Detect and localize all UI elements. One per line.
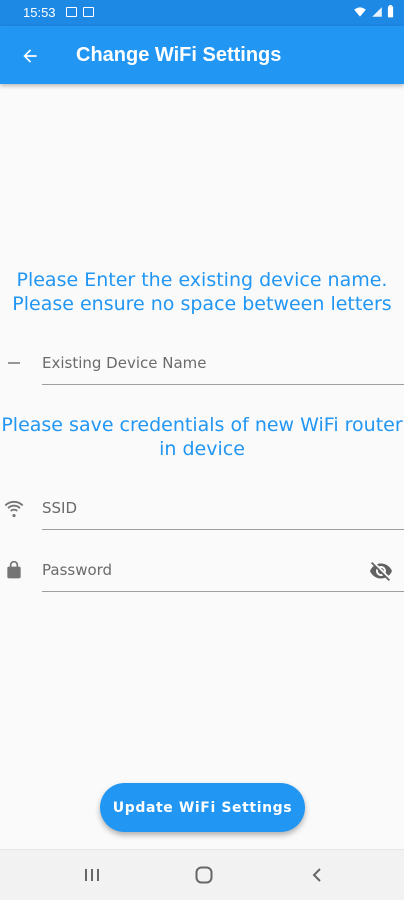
password-input[interactable] <box>42 552 342 588</box>
lock-icon <box>2 558 26 582</box>
arrow-back-icon <box>23 49 37 63</box>
nav-recents-button[interactable] <box>77 860 107 890</box>
device-name-instruction: Please Enter the existing device name. P… <box>12 269 392 315</box>
device-name-input[interactable] <box>42 345 342 381</box>
password-field <box>0 552 404 592</box>
wifi-icon <box>2 496 26 520</box>
toggle-password-visibility-button[interactable] <box>368 558 394 584</box>
wifi-credentials-instruction: Please save credentials of new WiFi rout… <box>1 414 403 460</box>
app-bar: Change WiFi Settings <box>0 26 404 84</box>
image-notification-icon <box>66 7 77 17</box>
page-title: Change WiFi Settings <box>76 44 282 66</box>
ssid-underline <box>42 528 404 530</box>
chevron-left-icon <box>312 868 321 882</box>
status-indicators <box>353 5 394 18</box>
status-time: 15:53 <box>23 5 56 20</box>
update-wifi-settings-button[interactable]: Update WiFi Settings <box>100 783 305 832</box>
device-name-underline <box>42 383 404 385</box>
password-underline <box>42 590 404 592</box>
battery-icon <box>387 5 394 18</box>
status-bar: 15:53 <box>0 0 404 26</box>
recents-icon <box>85 869 99 881</box>
visibility-off-icon <box>370 562 392 581</box>
app-notification-icon <box>83 7 94 17</box>
minus-icon <box>2 351 26 375</box>
nav-home-button[interactable] <box>189 860 219 890</box>
home-icon <box>195 866 213 884</box>
back-button[interactable] <box>12 38 48 74</box>
cell-signal-icon <box>372 6 382 17</box>
ssid-input[interactable] <box>42 490 342 526</box>
device-name-field <box>0 345 404 385</box>
ssid-field <box>0 490 404 530</box>
wifi-signal-icon <box>354 6 366 17</box>
nav-back-button[interactable] <box>302 860 332 890</box>
system-navigation-bar <box>0 849 404 900</box>
